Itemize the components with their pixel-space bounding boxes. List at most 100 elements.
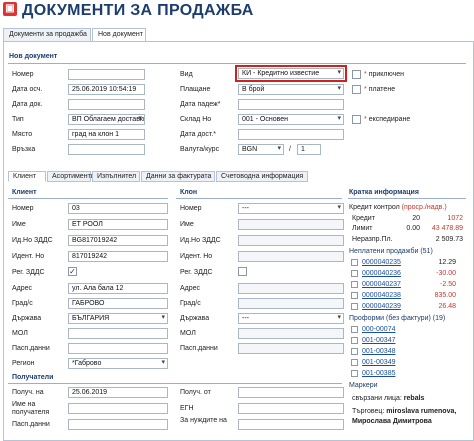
- proforma-link[interactable]: 001-00385: [362, 370, 395, 377]
- client-vat-reg-checkbox[interactable]: ✓: [68, 267, 77, 276]
- branch-mol-input[interactable]: [238, 328, 344, 339]
- for-needs-input[interactable]: [238, 419, 344, 430]
- branch-mol-label: МОЛ: [180, 330, 196, 337]
- trader-label: Търговец:: [352, 408, 385, 415]
- egn-label: ЕГН: [180, 405, 194, 412]
- client-region-label: Регион: [12, 360, 35, 367]
- markers-label: Маркери: [349, 382, 378, 389]
- proforma-check-3[interactable]: [351, 359, 358, 366]
- branch-id-label: Идент. Но: [180, 253, 213, 260]
- client-mol-input[interactable]: [68, 328, 168, 339]
- due-date-input[interactable]: [238, 99, 344, 110]
- recipient-name-input[interactable]: [68, 403, 168, 414]
- proforma-link[interactable]: 000-00074: [362, 326, 395, 333]
- branch-city-input[interactable]: [238, 298, 344, 309]
- client-id-input[interactable]: 817019242: [68, 251, 168, 262]
- branch-city-label: Град/с: [180, 300, 201, 307]
- branch-vat-reg-label: Рег. ЗДДС: [180, 269, 213, 276]
- rate-separator: /: [289, 146, 291, 153]
- proforma-link[interactable]: 001-00348: [362, 348, 395, 355]
- kind-select[interactable]: КИ - Кредитно известие: [238, 68, 344, 79]
- proforma-check-0[interactable]: [351, 326, 358, 333]
- rate-input[interactable]: 1: [297, 144, 321, 155]
- app-logo-icon: ▣: [3, 2, 17, 16]
- unallocated-value: 2 509.73: [435, 236, 463, 243]
- subtab-invoice-data[interactable]: Данни за фактурата: [141, 171, 215, 182]
- proforma-check-1[interactable]: [351, 337, 358, 344]
- branch-country-select[interactable]: ---: [238, 313, 344, 324]
- warehouse-select[interactable]: 001 - Основен: [238, 114, 344, 125]
- subtab-assortments[interactable]: Асортименти: [47, 171, 95, 182]
- client-divider: [8, 198, 168, 199]
- shipping-label: експедиране: [368, 116, 411, 123]
- client-mol-label: МОЛ: [12, 330, 28, 337]
- credit-value-a: 20: [412, 215, 420, 222]
- for-needs-label: За нуждите на: [180, 417, 227, 424]
- unpaid-check-4[interactable]: [351, 303, 358, 310]
- received-on-input[interactable]: 25.06.2019: [68, 387, 168, 398]
- number-label: Номер: [12, 71, 34, 78]
- client-name-label: Име: [12, 221, 26, 228]
- unpaid-check-1[interactable]: [351, 270, 358, 277]
- closed-checkbox[interactable]: [352, 70, 361, 79]
- tab-documents[interactable]: Документи за продажба: [3, 28, 91, 42]
- shipping-checkbox[interactable]: [352, 115, 361, 124]
- proforma-link[interactable]: 001-00347: [362, 337, 395, 344]
- place-input[interactable]: град на клон 1: [68, 129, 145, 140]
- subtab-contractor[interactable]: Изпълнител: [92, 171, 140, 182]
- type-select[interactable]: ВП Облагаем доставки: [68, 114, 145, 125]
- proforma-link[interactable]: 001-00349: [362, 359, 395, 366]
- delivery-date-input[interactable]: [238, 129, 344, 140]
- paid-checkbox[interactable]: [352, 85, 361, 94]
- number-input[interactable]: [68, 69, 145, 80]
- client-country-select[interactable]: БЪЛГАРИЯ: [68, 313, 168, 324]
- branch-name-input[interactable]: [238, 219, 344, 230]
- posting-date-input[interactable]: 25.06.2019 10:54:19: [68, 84, 145, 95]
- unpaid-doc-link[interactable]: 0000040237: [362, 281, 401, 288]
- client-header: Клиент: [12, 189, 37, 196]
- closed-marker: *: [364, 71, 367, 78]
- branch-address-input[interactable]: [238, 283, 344, 294]
- proforma-check-4[interactable]: [351, 370, 358, 377]
- link-input[interactable]: [68, 144, 145, 155]
- client-name-input[interactable]: ЕТ РООЛ: [68, 219, 168, 230]
- unpaid-doc-link[interactable]: 0000040239: [362, 303, 401, 310]
- related-persons-label: свързани лица:: [352, 395, 402, 402]
- payment-select[interactable]: В брой: [238, 84, 344, 95]
- document-date-input[interactable]: [68, 99, 145, 110]
- unpaid-check-3[interactable]: [351, 292, 358, 299]
- client-vat-label: Ид.Но ЗДДС: [12, 237, 53, 244]
- subtab-accounting[interactable]: Счетоводна информация: [216, 171, 308, 182]
- tab-new-document[interactable]: Нов документ: [92, 28, 146, 42]
- client-passport-label: Пасп.данни: [12, 345, 50, 352]
- unpaid-check-0[interactable]: [351, 259, 358, 266]
- egn-input[interactable]: [238, 403, 344, 414]
- client-number-input[interactable]: 03: [68, 203, 168, 214]
- section-new-document: Нов документ: [9, 53, 58, 60]
- received-from-input[interactable]: [238, 387, 344, 398]
- client-region-select[interactable]: *Габрово: [68, 358, 168, 369]
- currency-select[interactable]: BGN: [238, 144, 284, 155]
- client-city-label: Град/с: [12, 300, 33, 307]
- unpaid-doc-link[interactable]: 0000040235: [362, 259, 401, 266]
- unpaid-check-2[interactable]: [351, 281, 358, 288]
- limit-label: Лимит: [352, 225, 373, 232]
- client-address-input[interactable]: ул. Ала бала 12: [68, 283, 168, 294]
- branch-vat-input[interactable]: [238, 235, 344, 246]
- client-vat-input[interactable]: BG817019242: [68, 235, 168, 246]
- client-city-input[interactable]: ГАБРОВО: [68, 298, 168, 309]
- branch-number-select[interactable]: ---: [238, 203, 344, 214]
- branch-passport-input[interactable]: [238, 343, 344, 354]
- branch-id-input[interactable]: [238, 251, 344, 262]
- recipient-passport-input[interactable]: [68, 419, 168, 430]
- client-id-label: Идент. Но: [12, 253, 45, 260]
- credit-label: Кредит: [352, 215, 375, 222]
- client-passport-input[interactable]: [68, 343, 168, 354]
- unpaid-doc-link[interactable]: 0000040238: [362, 292, 401, 299]
- proforma-check-2[interactable]: [351, 348, 358, 355]
- branch-address-label: Адрес: [180, 285, 201, 292]
- recipients-header: Получатели: [12, 374, 54, 381]
- branch-vat-reg-checkbox[interactable]: [238, 267, 247, 276]
- subtab-client[interactable]: Клиент: [8, 171, 46, 182]
- unpaid-doc-link[interactable]: 0000040236: [362, 270, 401, 277]
